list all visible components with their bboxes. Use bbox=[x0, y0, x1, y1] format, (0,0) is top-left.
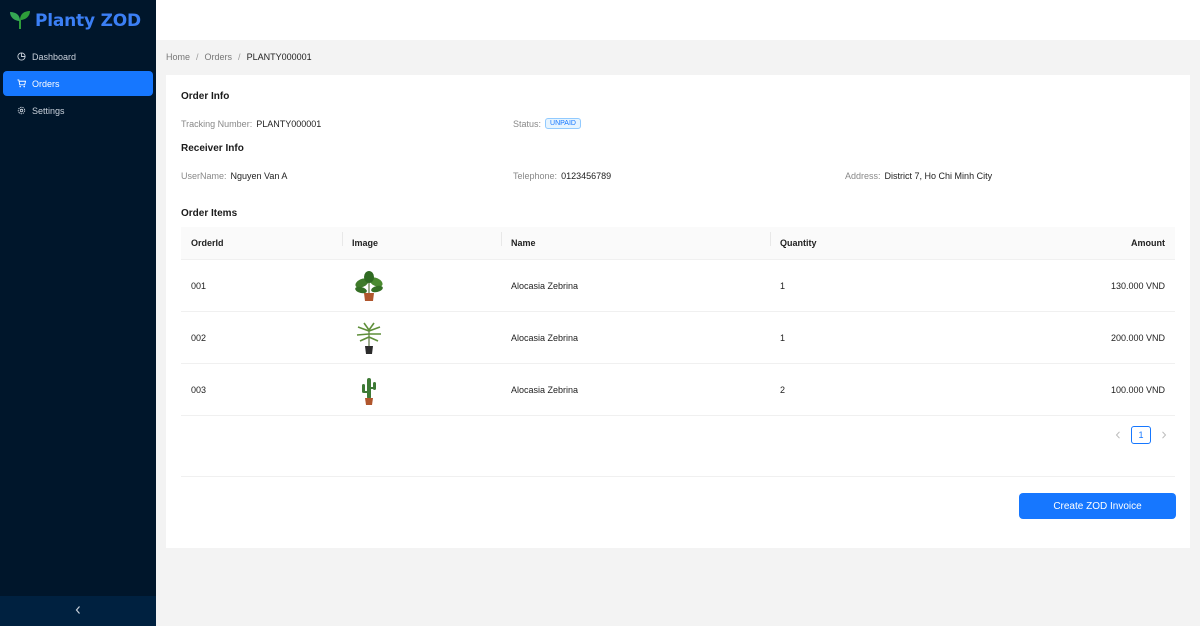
cell-amount: 100.000 VND bbox=[1110, 384, 1165, 395]
status-field: Status: UNPAID bbox=[513, 118, 581, 129]
column-header-orderid[interactable]: OrderId bbox=[181, 238, 342, 248]
column-header-amount[interactable]: Amount bbox=[970, 238, 1175, 248]
table-row[interactable]: 003 Alocasia Zebrina 2 100.000 VND bbox=[181, 364, 1175, 416]
column-header-label: Image bbox=[352, 238, 379, 248]
address-value: District 7, Ho Chi Minh City bbox=[884, 171, 993, 181]
column-header-quantity[interactable]: Quantity bbox=[770, 232, 970, 248]
cell-quantity: 1 bbox=[780, 332, 786, 343]
sidebar-collapse-button[interactable] bbox=[0, 596, 156, 626]
app-name: Planty ZOD bbox=[35, 11, 141, 31]
label-colon: : bbox=[249, 119, 253, 129]
breadcrumb-separator: / bbox=[196, 52, 199, 62]
cell-amount: 200.000 VND bbox=[1110, 332, 1165, 343]
order-items-title: Order Items bbox=[181, 208, 238, 219]
pie-chart-icon bbox=[16, 52, 26, 62]
column-header-image[interactable]: Image bbox=[342, 232, 501, 248]
order-info-title: Order Info bbox=[181, 91, 230, 102]
column-header-name[interactable]: Name bbox=[501, 232, 770, 248]
table-row[interactable]: 001 Alocasia Zebrina 1 130.000 VND bbox=[181, 260, 1175, 312]
breadcrumb-separator: / bbox=[238, 52, 241, 62]
chevron-left-icon bbox=[74, 605, 82, 617]
shopping-cart-icon bbox=[16, 79, 26, 89]
pagination: 1 bbox=[1109, 426, 1173, 444]
label-colon: : bbox=[878, 171, 881, 181]
label-colon: : bbox=[554, 171, 558, 181]
table-header: OrderId Image Name Quantity Amount bbox=[181, 227, 1175, 260]
address-label: Address bbox=[845, 171, 879, 181]
column-separator bbox=[501, 232, 502, 246]
cell-quantity: 1 bbox=[780, 280, 786, 291]
column-header-label: Quantity bbox=[780, 238, 817, 248]
breadcrumb-current: PLANTY000001 bbox=[246, 52, 312, 62]
column-separator bbox=[770, 232, 771, 246]
sidebar-item-dashboard[interactable]: Dashboard bbox=[3, 44, 153, 69]
username-value: Nguyen Van A bbox=[230, 171, 288, 181]
leaf-logo-icon bbox=[8, 10, 32, 32]
sidebar-item-label: Dashboard bbox=[32, 51, 77, 62]
prev-page-button[interactable] bbox=[1109, 426, 1127, 444]
cell-quantity: 2 bbox=[780, 384, 786, 395]
cell-orderid: 003 bbox=[191, 384, 207, 395]
plant-image bbox=[342, 321, 501, 355]
label-colon: : bbox=[224, 171, 227, 181]
next-page-button[interactable] bbox=[1155, 426, 1173, 444]
username-label: UserName bbox=[181, 171, 225, 181]
cell-orderid: 001 bbox=[191, 280, 207, 291]
tracking-number-field: Tracking Number: PLANTY000001 bbox=[181, 119, 321, 129]
telephone-value: 0123456789 bbox=[561, 171, 612, 181]
cell-name: Alocasia Zebrina bbox=[511, 332, 579, 343]
breadcrumb: Home / Orders / PLANTY000001 bbox=[166, 52, 312, 62]
app-logo[interactable]: Planty ZOD bbox=[0, 0, 156, 42]
tracking-number-value: PLANTY000001 bbox=[256, 119, 322, 129]
tracking-number-label: Tracking Number bbox=[181, 119, 250, 129]
divider bbox=[181, 476, 1175, 477]
plant-image bbox=[342, 373, 501, 407]
page-number-button[interactable]: 1 bbox=[1131, 426, 1151, 444]
status-badge: UNPAID bbox=[545, 118, 581, 129]
column-separator bbox=[342, 232, 343, 246]
create-invoice-button[interactable]: Create ZOD Invoice bbox=[1019, 493, 1176, 519]
telephone-field: Telephone: 0123456789 bbox=[513, 171, 611, 181]
cell-orderid: 002 bbox=[191, 332, 207, 343]
gear-icon bbox=[16, 106, 26, 116]
chevron-right-icon bbox=[1162, 431, 1167, 439]
status-label: Status bbox=[513, 118, 539, 129]
sidebar-item-orders[interactable]: Orders bbox=[3, 71, 153, 96]
telephone-label: Telephone bbox=[513, 171, 555, 181]
order-detail-card: Order Info Tracking Number: PLANTY000001… bbox=[166, 75, 1190, 548]
column-header-label: Name bbox=[511, 238, 536, 248]
sidebar-item-label: Settings bbox=[32, 105, 65, 116]
sidebar-item-settings[interactable]: Settings bbox=[3, 98, 153, 123]
cell-name: Alocasia Zebrina bbox=[511, 384, 579, 395]
top-header bbox=[156, 0, 1200, 40]
username-field: UserName: Nguyen Van A bbox=[181, 171, 287, 181]
receiver-info-title: Receiver Info bbox=[181, 143, 244, 154]
cell-amount: 130.000 VND bbox=[1110, 280, 1165, 291]
breadcrumb-home[interactable]: Home bbox=[166, 52, 190, 62]
chevron-left-icon bbox=[1115, 431, 1120, 439]
address-field: Address: District 7, Ho Chi Minh City bbox=[845, 171, 992, 181]
sidebar: Planty ZOD Dashboard Orders Settings bbox=[0, 0, 156, 626]
cell-name: Alocasia Zebrina bbox=[511, 280, 579, 291]
sidebar-item-label: Orders bbox=[32, 78, 60, 89]
sidebar-menu: Dashboard Orders Settings bbox=[0, 44, 156, 123]
order-items-table: OrderId Image Name Quantity Amount 001 A… bbox=[181, 227, 1175, 416]
table-row[interactable]: 002 Alocasia Zebrina 1 200.000 VND bbox=[181, 312, 1175, 364]
label-colon: : bbox=[538, 118, 542, 129]
breadcrumb-orders[interactable]: Orders bbox=[205, 52, 233, 62]
plant-image bbox=[342, 269, 501, 303]
